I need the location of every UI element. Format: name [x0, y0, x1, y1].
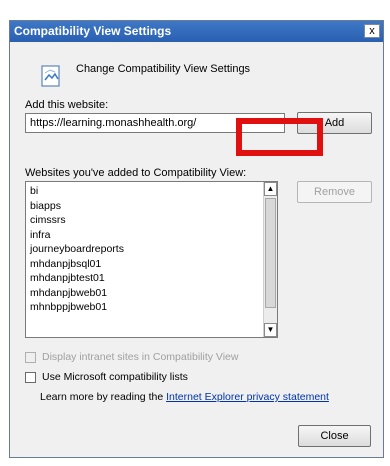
- listbox-scrollbar[interactable]: ▲ ▼: [263, 182, 277, 337]
- close-button[interactable]: Close: [298, 425, 371, 447]
- site-list-item[interactable]: mhnbppjbweb01: [30, 300, 277, 315]
- privacy-statement-link[interactable]: Internet Explorer privacy statement: [166, 391, 329, 403]
- sites-list-label: Websites you've added to Compatibility V…: [25, 167, 247, 179]
- scroll-down-arrow-icon[interactable]: ▼: [264, 323, 277, 337]
- header-text: Change Compatibility View Settings: [76, 63, 251, 75]
- title-bar[interactable]: Compatibility View Settings x: [10, 21, 383, 42]
- site-list-item[interactable]: infra: [30, 228, 277, 243]
- site-list-item[interactable]: journeyboardreports: [30, 242, 277, 257]
- remove-button[interactable]: Remove: [297, 181, 372, 203]
- ms-lists-label: Use Microsoft compatibility lists: [42, 371, 188, 383]
- sites-listbox[interactable]: bi biapps cimssrs infra journeyboardreports m…: [25, 181, 278, 338]
- highlight-box: [236, 118, 323, 156]
- learn-more-text: Learn more by reading the Internet Explo…: [40, 391, 329, 403]
- site-list-item[interactable]: mhdanpjbsql01: [30, 257, 277, 272]
- learn-more-prefix: Learn more by reading the: [40, 391, 164, 403]
- compatibility-view-dialog: Compatibility View Settings x Change Com…: [9, 20, 384, 458]
- sites-list: bi biapps cimssrs infra journeyboardreports m…: [26, 182, 277, 315]
- window-title: Compatibility View Settings: [14, 24, 172, 38]
- intranet-label: Display intranet sites in Compatibility …: [42, 351, 239, 363]
- site-list-item[interactable]: bi: [30, 184, 277, 199]
- add-site-label: Add this website:: [25, 99, 109, 111]
- close-window-button[interactable]: x: [364, 24, 380, 38]
- scroll-thumb[interactable]: [265, 198, 276, 308]
- scroll-up-arrow-icon[interactable]: ▲: [264, 182, 277, 196]
- intranet-checkbox[interactable]: [25, 351, 36, 363]
- site-list-item[interactable]: biapps: [30, 199, 277, 214]
- intranet-option[interactable]: Display intranet sites in Compatibility …: [25, 351, 238, 363]
- site-list-item[interactable]: mhdanpjbtest01: [30, 271, 277, 286]
- ms-lists-checkbox[interactable]: [25, 371, 36, 383]
- site-list-item[interactable]: cimssrs: [30, 213, 277, 228]
- site-list-item[interactable]: mhdanpjbweb01: [30, 286, 277, 301]
- ms-lists-option[interactable]: Use Microsoft compatibility lists: [25, 371, 188, 383]
- compat-view-page-icon: [41, 65, 60, 87]
